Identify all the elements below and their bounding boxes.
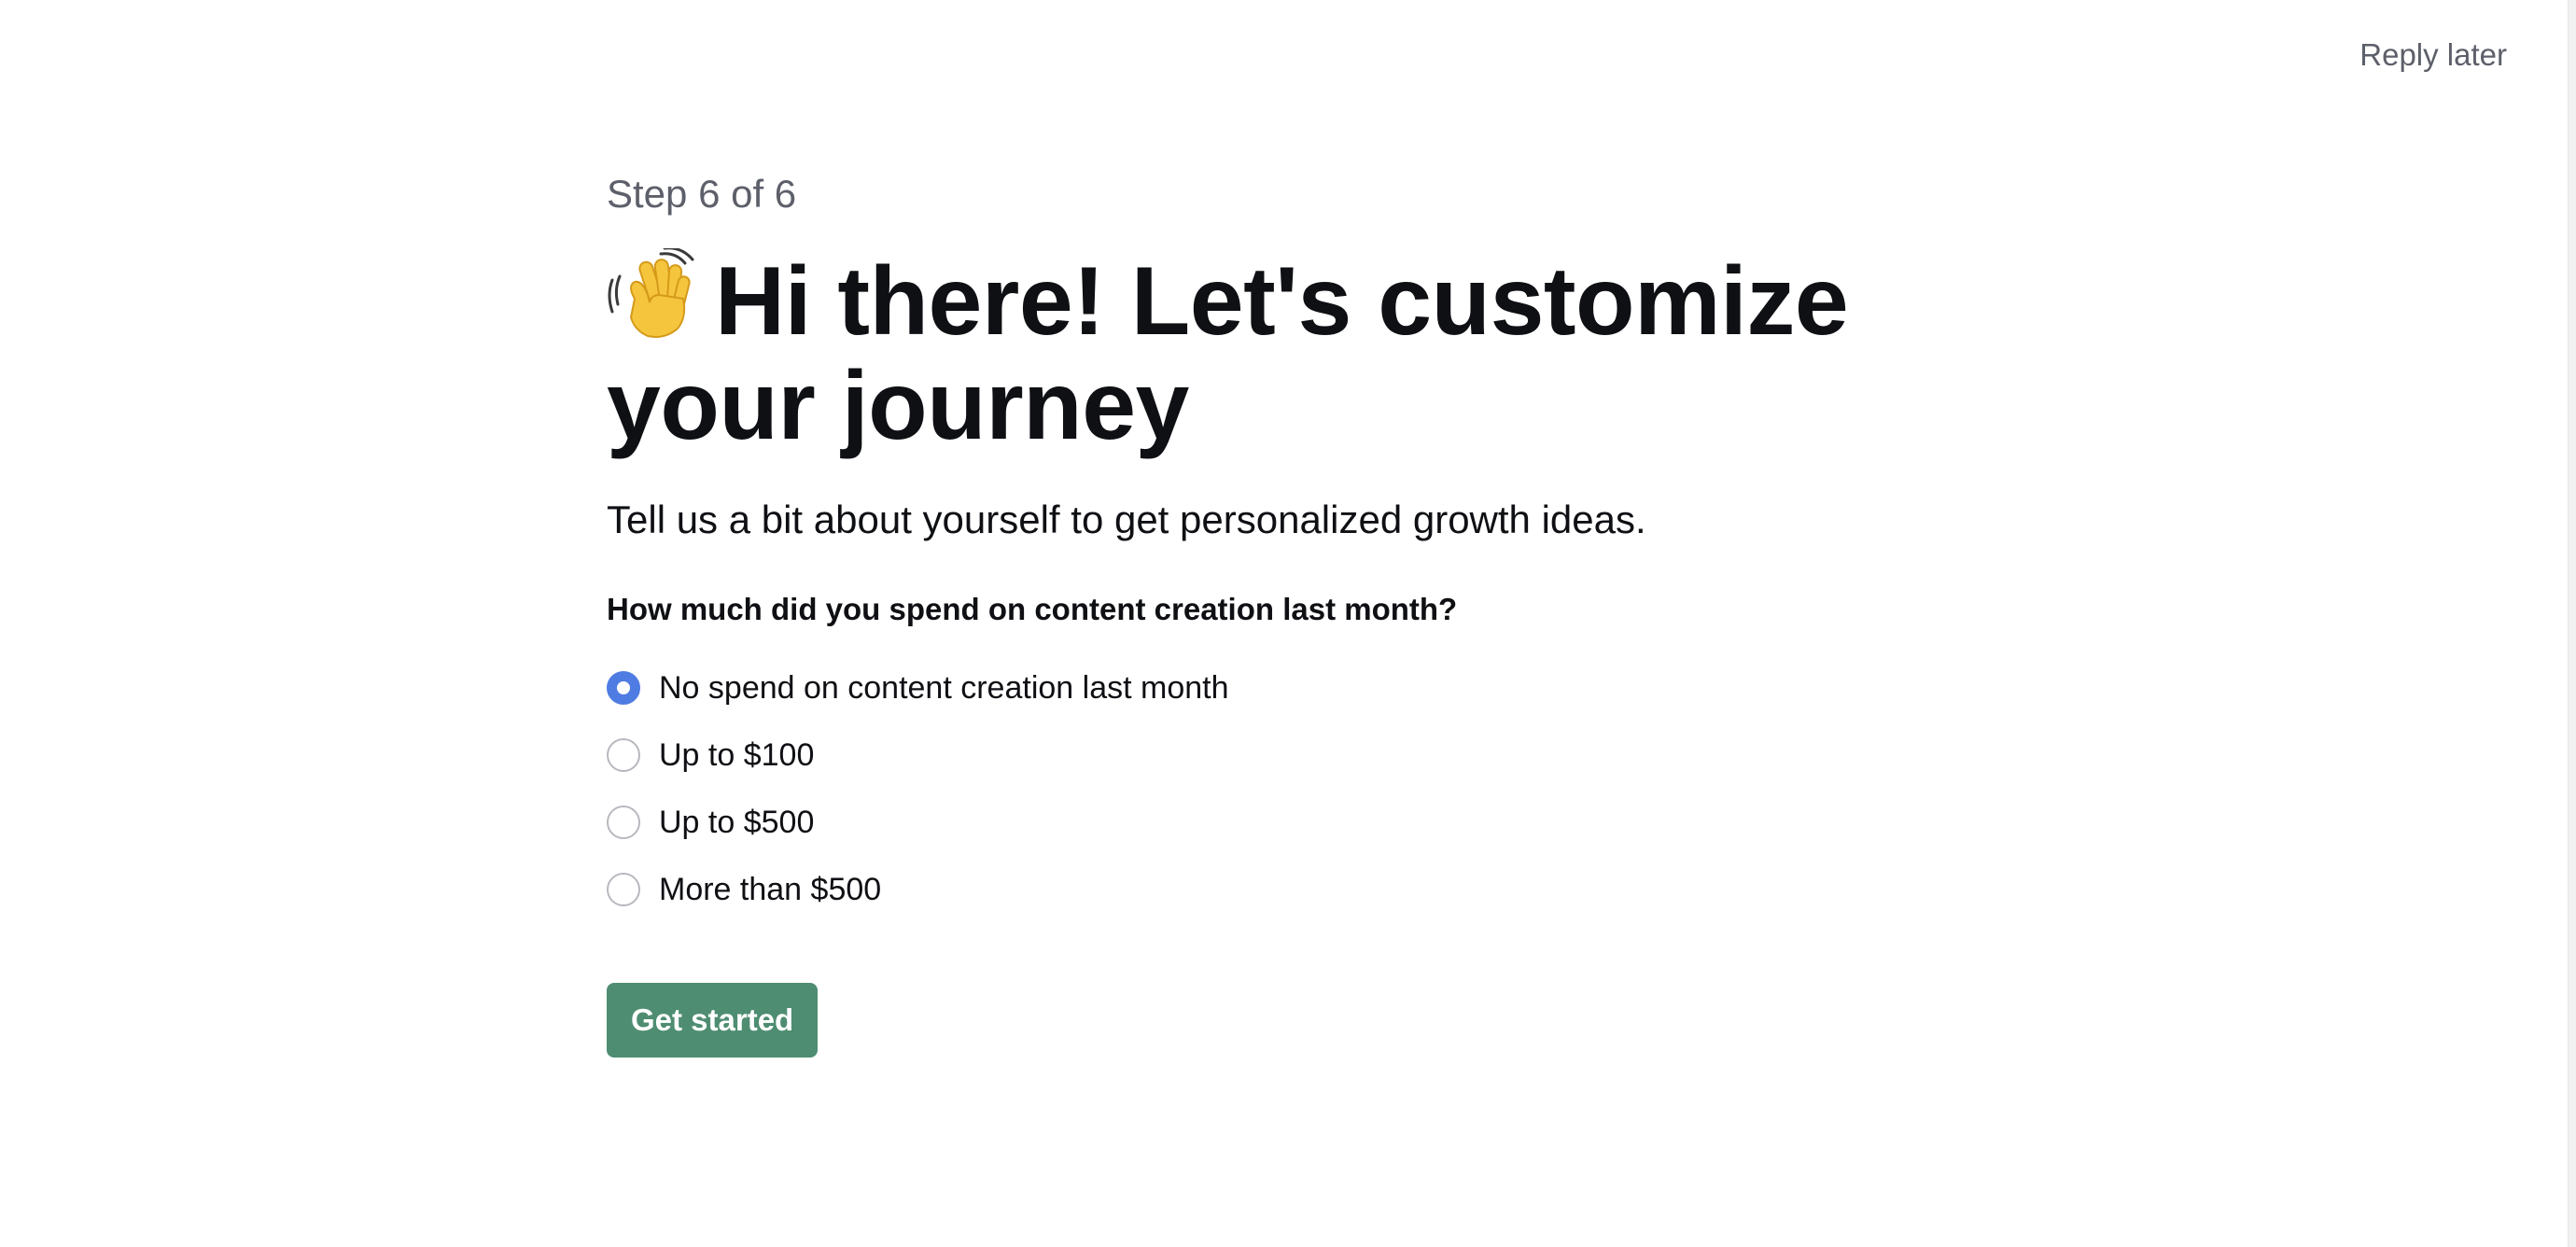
scrollbar-track[interactable] — [2568, 0, 2576, 1247]
option-label: No spend on content creation last month — [659, 669, 1229, 706]
page-subtitle: Tell us a bit about yourself to get pers… — [607, 497, 1646, 541]
option-label: More than $500 — [659, 871, 882, 907]
reply-later-button[interactable]: Reply later — [2359, 37, 2507, 73]
radio-button[interactable] — [607, 738, 640, 772]
onboarding-page: Reply later Step 6 of 6 Hi there! Let's … — [0, 0, 2576, 1247]
waving-hand-icon — [607, 246, 696, 342]
option-label: Up to $100 — [659, 736, 815, 773]
option-more-than-500[interactable]: More than $500 — [607, 856, 1913, 923]
title-text: Hi there! Let's customize your journey — [607, 247, 1849, 460]
question-label: How much did you spend on content creati… — [607, 592, 1458, 626]
radio-button[interactable] — [607, 873, 640, 906]
step-indicator: Step 6 of 6 — [607, 172, 797, 216]
onboarding-content: Step 6 of 6 Hi there! Let's customize yo… — [607, 166, 1913, 1058]
option-up-to-500[interactable]: Up to $500 — [607, 789, 1913, 856]
radio-button[interactable] — [607, 806, 640, 839]
option-no-spend[interactable]: No spend on content creation last month — [607, 654, 1913, 722]
get-started-button[interactable]: Get started — [607, 983, 819, 1058]
option-up-to-100[interactable]: Up to $100 — [607, 722, 1913, 789]
option-label: Up to $500 — [659, 804, 815, 840]
page-title: Hi there! Let's customize your journey — [607, 246, 1913, 460]
spend-options-group: No spend on content creation last month … — [607, 654, 1913, 923]
radio-button[interactable] — [607, 671, 640, 705]
